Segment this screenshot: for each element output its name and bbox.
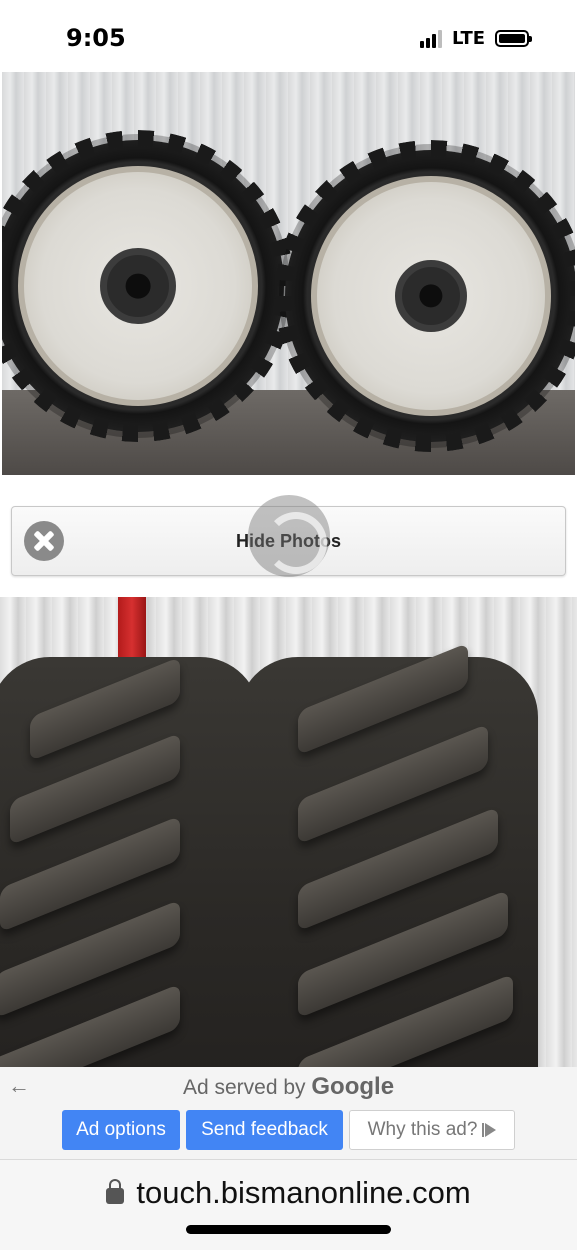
left-tire-tread (0, 656, 260, 1067)
why-this-ad-button[interactable]: Why this ad? (349, 1110, 515, 1150)
browser-url-bar[interactable]: touch.bismanonline.com (0, 1159, 577, 1250)
right-tire-tread (238, 642, 538, 1067)
ad-footer: ← Ad served by Google Ad options Send fe… (0, 1067, 577, 1159)
signal-icon (420, 29, 442, 48)
left-wheel (2, 140, 284, 432)
listing-photo-wheels[interactable] (2, 72, 575, 475)
ad-served-by-prefix: Ad served by (182, 1076, 306, 1099)
status-bar: 9:05 LTE (0, 0, 577, 72)
lock-icon (106, 1179, 125, 1204)
left-hub (100, 248, 176, 324)
url-display[interactable]: touch.bismanonline.com (0, 1175, 577, 1211)
status-indicators: LTE (420, 28, 533, 49)
listing-photo-tread[interactable] (0, 597, 577, 1067)
send-feedback-button[interactable]: Send feedback (186, 1110, 343, 1150)
why-this-ad-label: Why this ad? (367, 1119, 478, 1140)
google-logo: Google (311, 1073, 395, 1100)
loading-spinner-icon (248, 495, 330, 577)
home-indicator[interactable] (186, 1225, 391, 1234)
network-type: LTE (452, 28, 486, 49)
hide-photos-button[interactable]: Hide Photos (11, 495, 566, 577)
status-time: 9:05 (66, 24, 126, 52)
battery-icon (495, 30, 533, 47)
right-hub (395, 260, 467, 332)
adchoices-icon (482, 1123, 497, 1137)
ad-served-by: Ad served by Google (0, 1073, 577, 1101)
ad-options-button[interactable]: Ad options (62, 1110, 180, 1150)
url-text: touch.bismanonline.com (136, 1175, 471, 1210)
right-wheel (285, 150, 575, 442)
